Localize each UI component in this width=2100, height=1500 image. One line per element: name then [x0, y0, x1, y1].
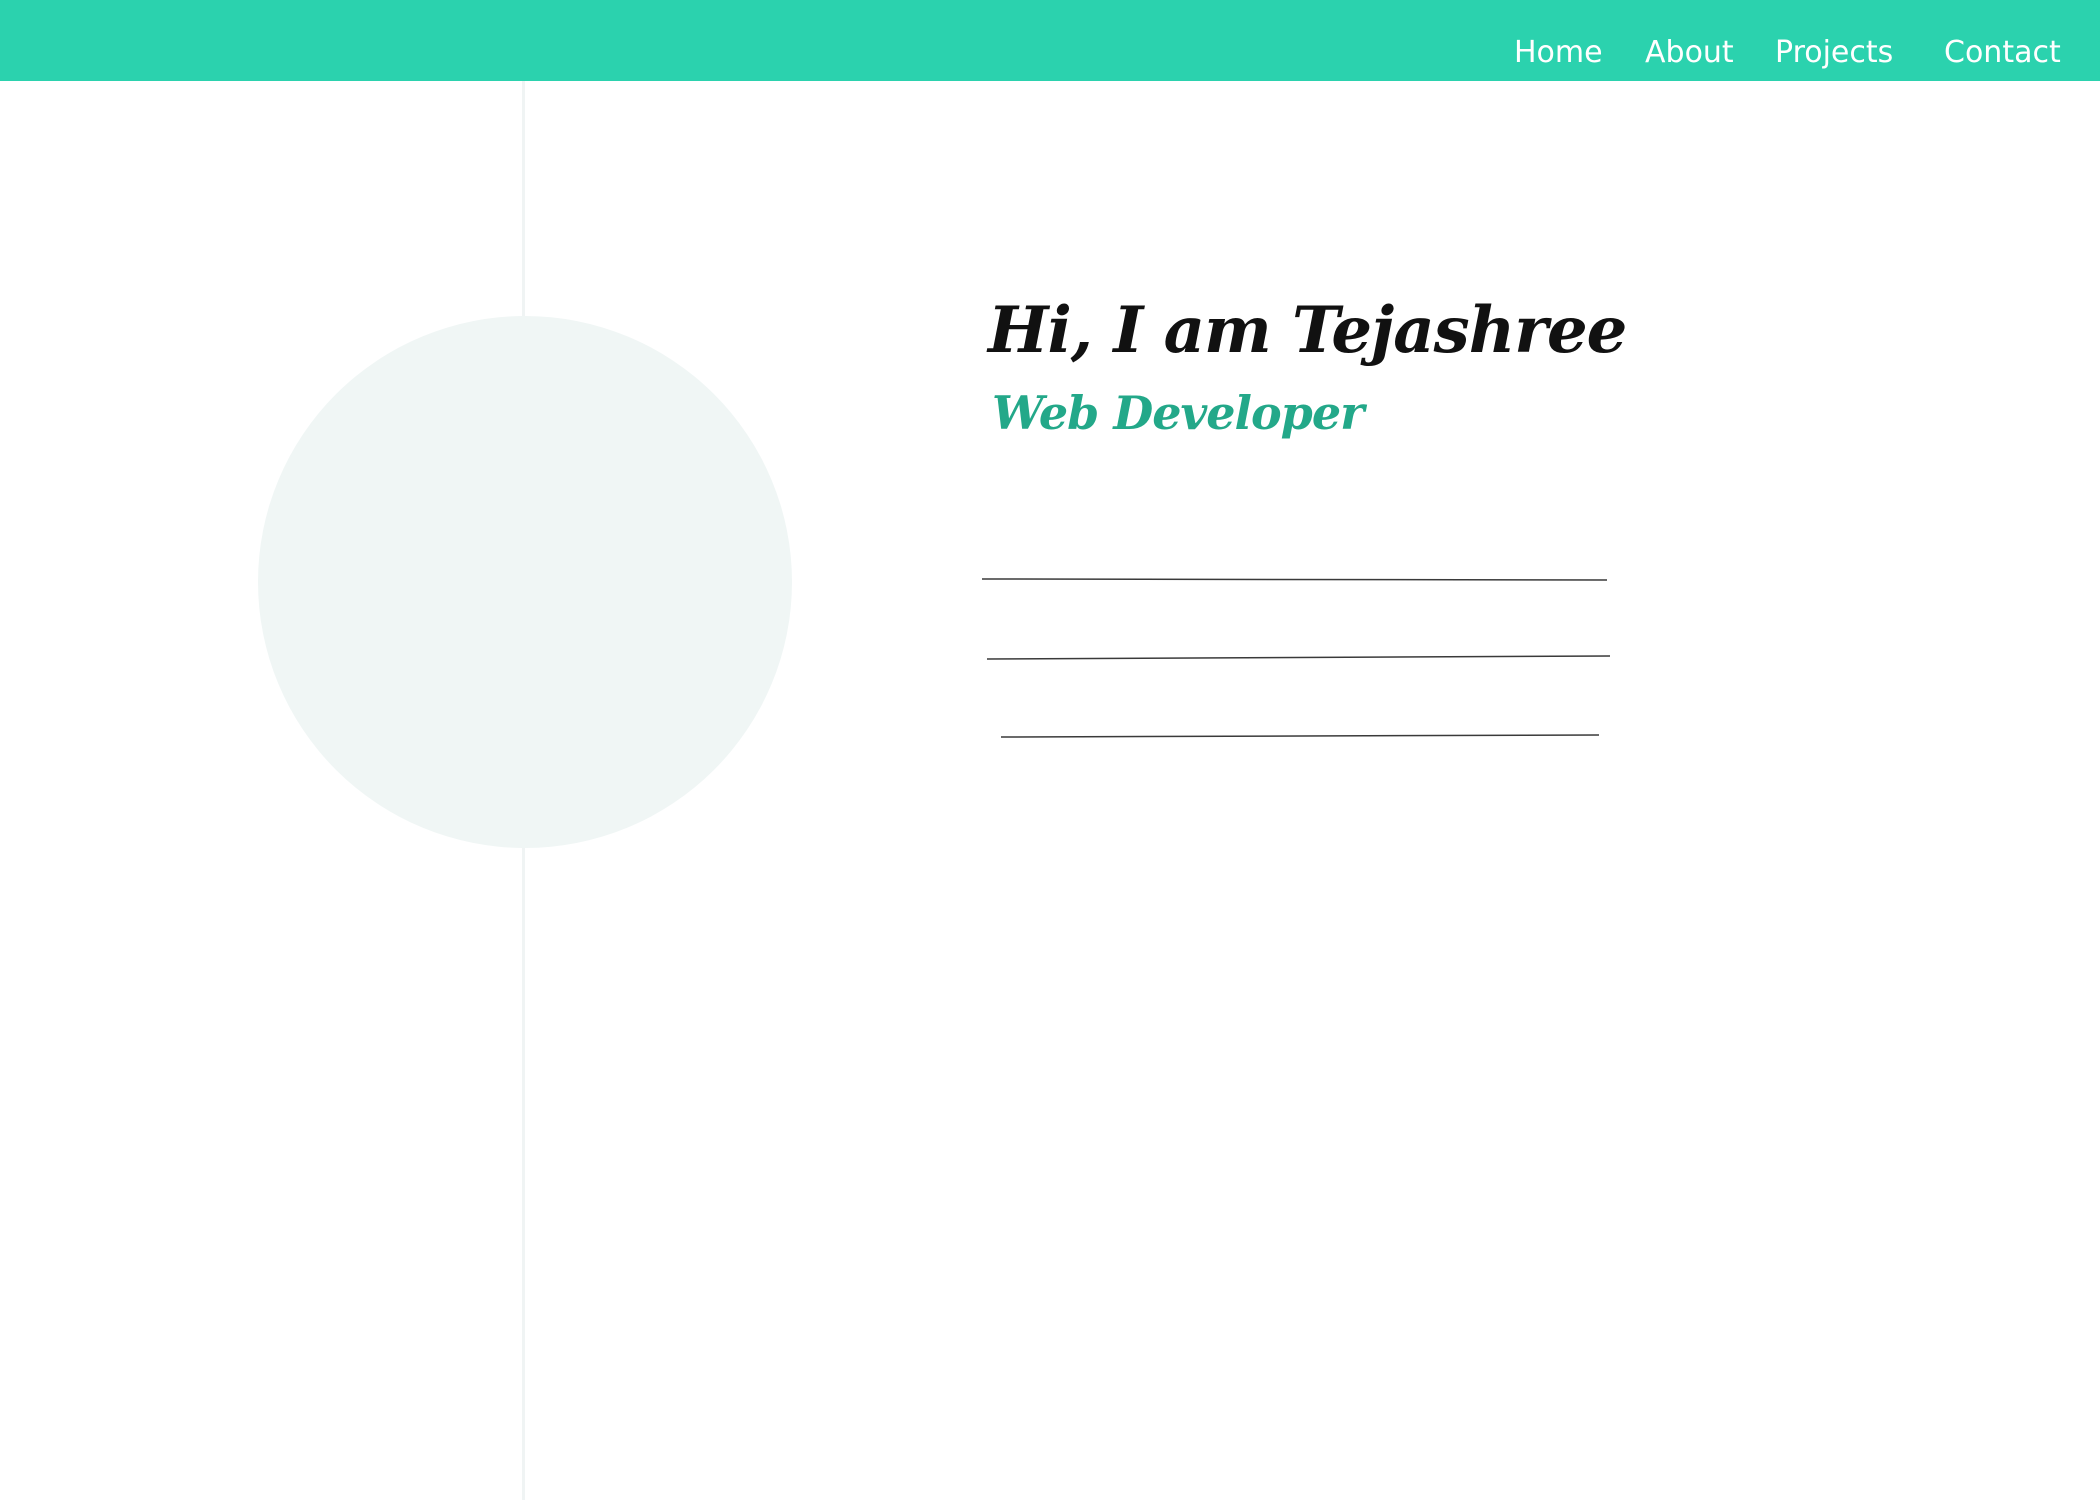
profile-photo-placeholder	[258, 316, 792, 848]
placeholder-line-2	[986, 655, 1611, 660]
nav-link-home[interactable]: Home	[1514, 0, 1603, 68]
placeholder-line-1	[981, 578, 1608, 581]
hero-greeting: Hi, I am Tejashree	[988, 293, 1627, 368]
nav-link-about[interactable]: About	[1645, 0, 1734, 68]
nav-link-projects[interactable]: Projects	[1775, 0, 1893, 68]
nav-link-contact[interactable]: Contact	[1944, 0, 2061, 68]
top-navbar: Home About Projects Contact	[0, 0, 2100, 81]
placeholder-lines	[981, 578, 1611, 738]
placeholder-line-3	[1000, 734, 1600, 738]
hero-role: Web Developer	[992, 386, 1364, 440]
